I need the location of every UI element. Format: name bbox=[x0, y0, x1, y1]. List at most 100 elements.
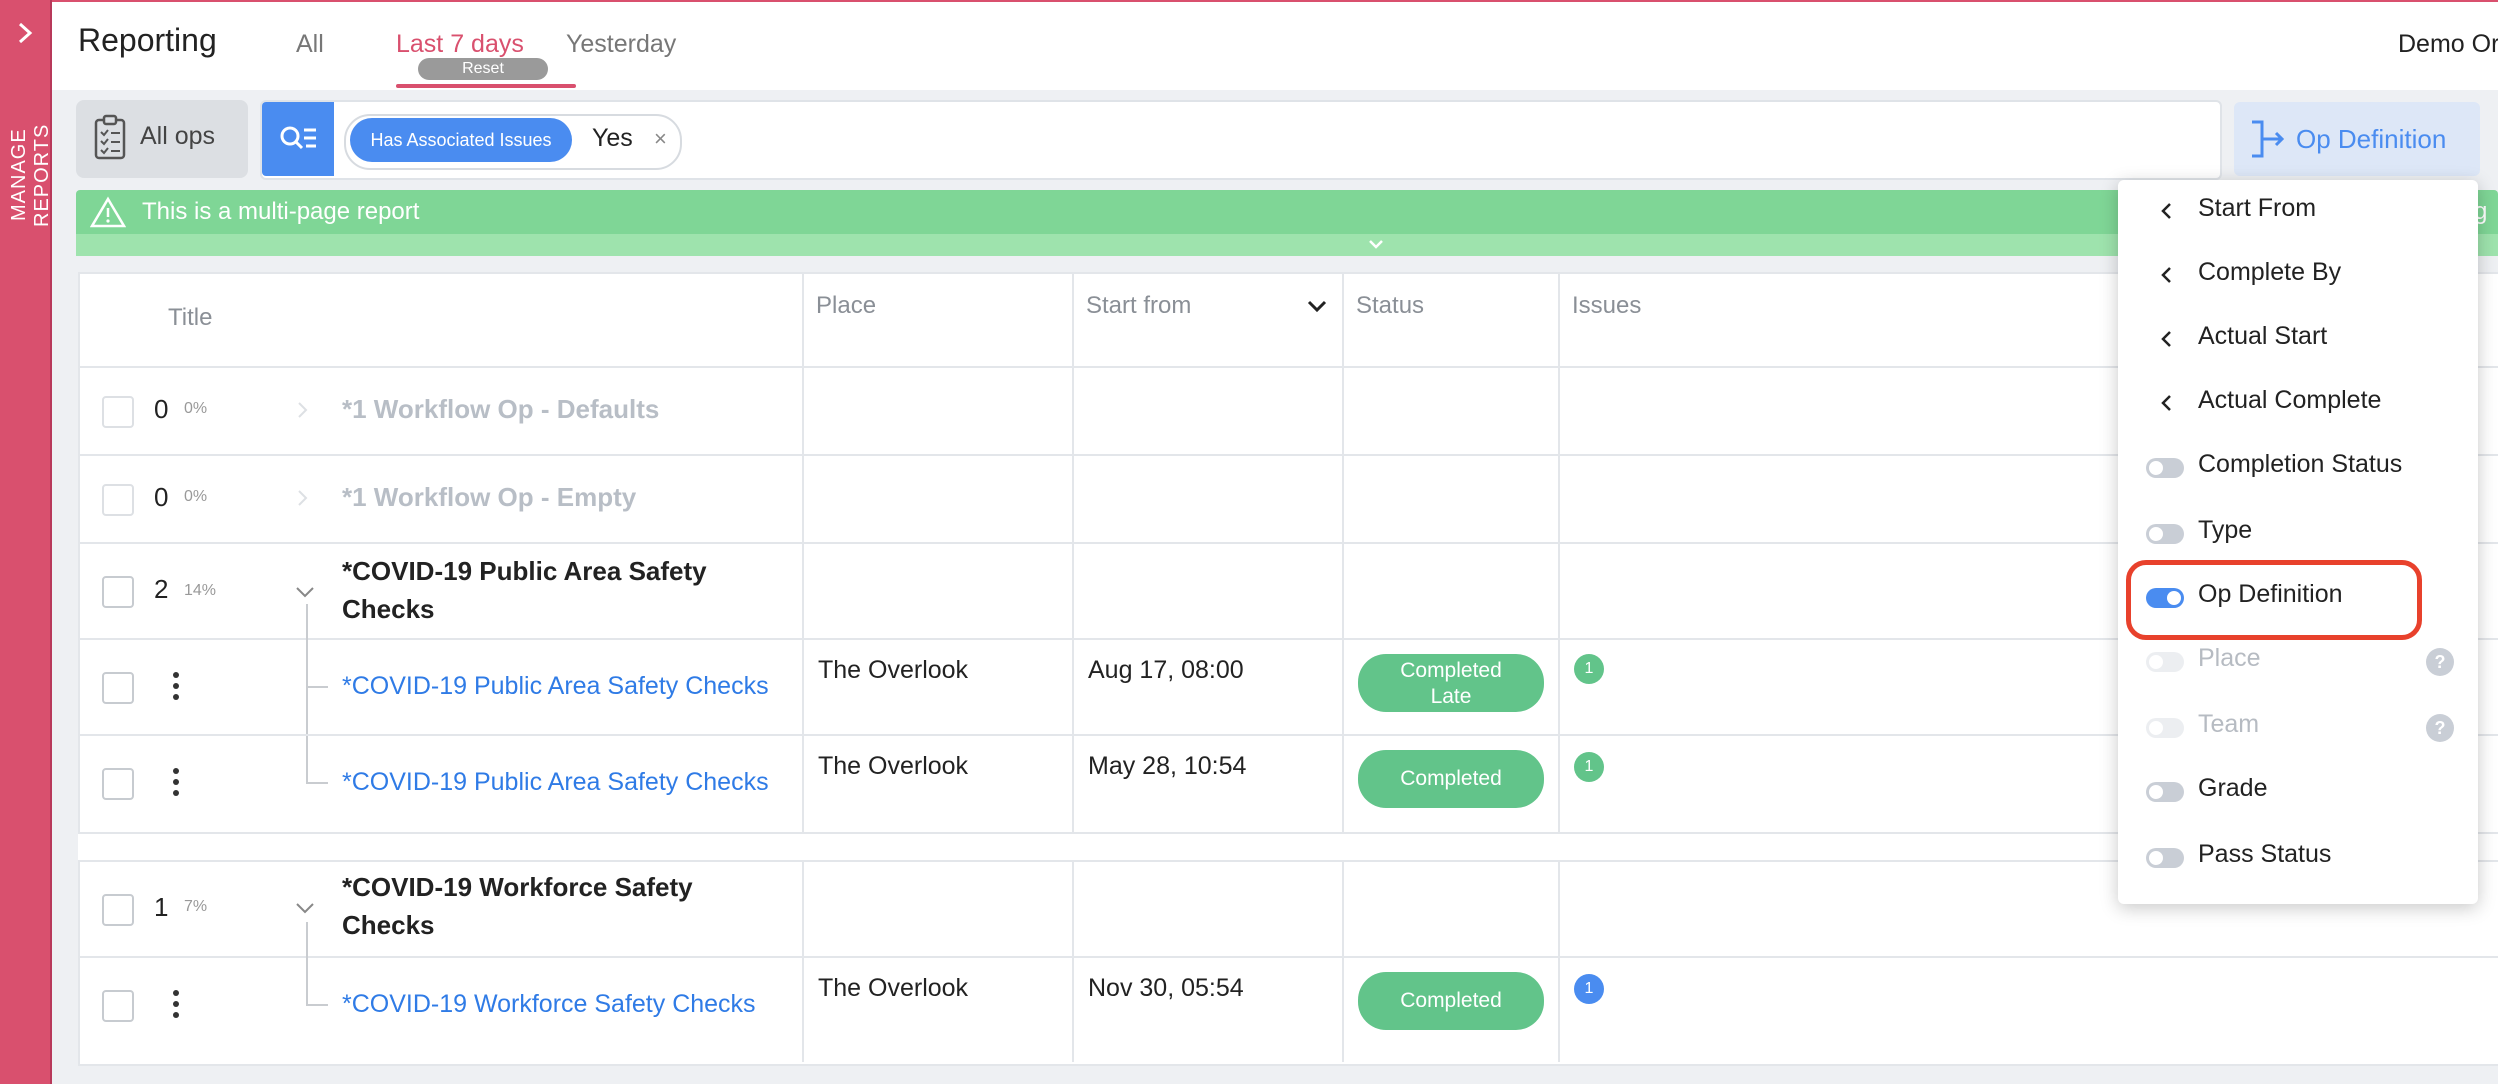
chevron-left-icon bbox=[2161, 267, 2171, 283]
issue-count-badge[interactable]: 1 bbox=[1574, 974, 1604, 1004]
column-divider bbox=[802, 274, 804, 834]
start-cell: Nov 30, 05:54 bbox=[1088, 974, 1244, 1002]
column-header-title[interactable]: Title bbox=[168, 304, 212, 332]
active-tab-underline bbox=[396, 84, 576, 88]
column-header-issues[interactable]: Issues bbox=[1572, 292, 1641, 320]
column-divider bbox=[1342, 274, 1344, 834]
chevron-down-icon[interactable] bbox=[1366, 234, 1386, 254]
page-title: Reporting bbox=[78, 22, 217, 58]
header: Reporting All Last 7 days Reset Yesterda… bbox=[52, 0, 2498, 92]
group-percent: 7% bbox=[184, 898, 208, 915]
status-badge: Completed Late bbox=[1358, 654, 1544, 712]
column-header-place[interactable]: Place bbox=[816, 292, 876, 320]
reset-badge[interactable]: Reset bbox=[418, 58, 548, 80]
menu-item-actual-start[interactable]: Actual Start bbox=[2198, 322, 2327, 351]
place-cell: The Overlook bbox=[818, 656, 969, 684]
toggle-place bbox=[2146, 652, 2184, 672]
row-checkbox[interactable] bbox=[102, 484, 134, 516]
remove-filter-button[interactable]: × bbox=[654, 126, 667, 152]
highlight-annotation bbox=[2126, 560, 2422, 640]
op-title[interactable]: *1 Workflow Op - Defaults bbox=[342, 394, 659, 425]
all-ops-label: All ops bbox=[140, 122, 216, 150]
menu-item-actual-complete[interactable]: Actual Complete bbox=[2198, 386, 2381, 415]
row-checkbox[interactable] bbox=[102, 672, 134, 704]
tab-all[interactable]: All bbox=[296, 30, 324, 59]
sidebar-label: MANAGE REPORTS bbox=[8, 123, 53, 227]
group-title-line: Checks bbox=[342, 910, 435, 940]
group-title-line: Checks bbox=[342, 594, 435, 624]
column-header-status[interactable]: Status bbox=[1356, 292, 1424, 320]
column-picker-dropdown: Start From Complete By Actual Start Actu… bbox=[2118, 180, 2478, 904]
chevron-right-icon[interactable] bbox=[12, 20, 38, 46]
column-divider bbox=[1072, 274, 1074, 834]
menu-item-type[interactable]: Type bbox=[2198, 516, 2252, 545]
all-ops-button[interactable]: All ops bbox=[76, 100, 248, 178]
column-divider bbox=[1342, 862, 1344, 1062]
column-divider bbox=[1558, 862, 1560, 1062]
menu-item-grade[interactable]: Grade bbox=[2198, 774, 2267, 803]
help-icon[interactable]: ? bbox=[2426, 714, 2454, 742]
clipboard-icon bbox=[94, 114, 126, 160]
tree-line bbox=[306, 922, 308, 1004]
op-link[interactable]: *COVID-19 Public Area Safety Checks bbox=[342, 672, 769, 701]
chevron-left-icon bbox=[2161, 331, 2171, 347]
chevron-left-icon bbox=[2161, 395, 2171, 411]
chevron-left-icon bbox=[2161, 203, 2171, 219]
chevron-down-icon[interactable] bbox=[294, 900, 316, 916]
warning-icon bbox=[90, 196, 126, 228]
group-percent: 0% bbox=[184, 400, 208, 417]
columns-button[interactable]: Op Definition bbox=[2234, 102, 2480, 176]
filter-toggle-button[interactable] bbox=[262, 102, 334, 176]
menu-item-complete-by[interactable]: Complete By bbox=[2198, 258, 2341, 287]
org-name[interactable]: Demo Or bbox=[2398, 30, 2498, 59]
column-header-start-from[interactable]: Start from bbox=[1086, 292, 1191, 320]
tree-line bbox=[306, 1004, 328, 1006]
op-title[interactable]: *1 Workflow Op - Empty bbox=[342, 482, 636, 513]
row-checkbox[interactable] bbox=[102, 576, 134, 608]
manage-reports-sidebar[interactable]: MANAGE REPORTS bbox=[0, 0, 53, 1084]
filter-chip-label: Has Associated Issues bbox=[350, 118, 572, 162]
chevron-down-icon[interactable] bbox=[294, 584, 316, 600]
row-checkbox[interactable] bbox=[102, 894, 134, 926]
row-checkbox[interactable] bbox=[102, 990, 134, 1022]
row-menu-icon[interactable] bbox=[172, 672, 180, 705]
group-percent: 14% bbox=[184, 582, 217, 599]
start-cell: Aug 17, 08:00 bbox=[1088, 656, 1244, 684]
op-link[interactable]: *COVID-19 Workforce Safety Checks bbox=[342, 990, 756, 1019]
chevron-right-icon[interactable] bbox=[296, 488, 310, 508]
sort-chevron-icon[interactable] bbox=[1306, 296, 1328, 316]
menu-item-pass-status[interactable]: Pass Status bbox=[2198, 840, 2331, 869]
group-count: 2 bbox=[154, 574, 169, 604]
row-checkbox[interactable] bbox=[102, 396, 134, 428]
search-filter-icon bbox=[280, 126, 316, 150]
status-badge-line: Late bbox=[1430, 685, 1472, 708]
op-link[interactable]: *COVID-19 Public Area Safety Checks bbox=[342, 768, 769, 797]
filter-chip-value: Yes bbox=[592, 124, 633, 152]
tab-last-7-days[interactable]: Last 7 days bbox=[396, 30, 524, 59]
place-cell: The Overlook bbox=[818, 974, 969, 1002]
group-percent: 0% bbox=[184, 488, 208, 505]
toggle-pass-status[interactable] bbox=[2146, 848, 2184, 868]
group-title[interactable]: *COVID-19 Public Area Safety Checks bbox=[342, 552, 707, 628]
toggle-grade[interactable] bbox=[2146, 782, 2184, 802]
column-divider bbox=[802, 862, 804, 1062]
status-badge: Completed bbox=[1358, 750, 1544, 808]
menu-item-start-from[interactable]: Start From bbox=[2198, 194, 2316, 223]
toggle-team bbox=[2146, 718, 2184, 738]
row-checkbox[interactable] bbox=[102, 768, 134, 800]
banner-text: This is a multi-page report bbox=[142, 198, 420, 225]
chevron-right-icon[interactable] bbox=[296, 400, 310, 420]
menu-item-team: Team bbox=[2198, 710, 2260, 738]
issue-count-badge[interactable]: 1 bbox=[1574, 654, 1604, 684]
menu-item-completion-status[interactable]: Completion Status bbox=[2198, 450, 2402, 479]
tab-yesterday[interactable]: Yesterday bbox=[566, 30, 676, 59]
toggle-type[interactable] bbox=[2146, 524, 2184, 544]
column-select-icon bbox=[2252, 120, 2285, 158]
toggle-completion-status[interactable] bbox=[2146, 458, 2184, 478]
help-icon[interactable]: ? bbox=[2426, 648, 2454, 676]
issue-count-badge[interactable]: 1 bbox=[1574, 752, 1604, 782]
row-menu-icon[interactable] bbox=[172, 768, 180, 801]
row-divider bbox=[78, 956, 2498, 958]
group-title[interactable]: *COVID-19 Workforce Safety Checks bbox=[342, 868, 693, 944]
row-menu-icon[interactable] bbox=[172, 990, 180, 1023]
